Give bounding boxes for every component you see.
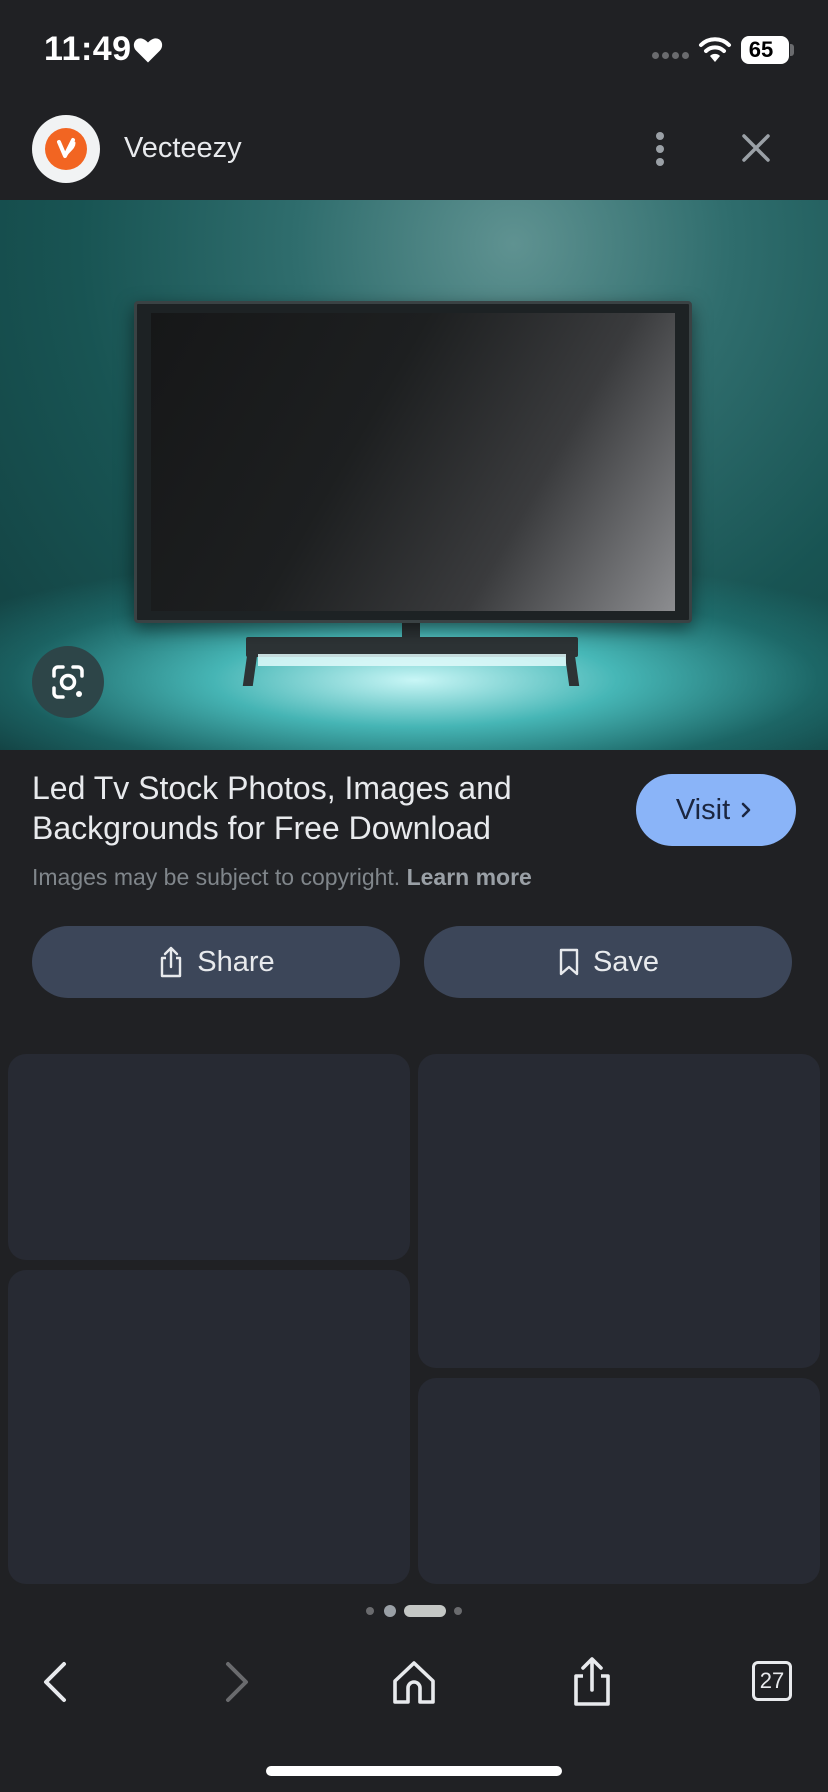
tv-stand-light <box>258 654 566 666</box>
related-image-placeholder[interactable] <box>8 1054 410 1260</box>
browser-toolbar <box>0 1640 828 1720</box>
share-icon[interactable] <box>564 1654 620 1710</box>
share-button[interactable]: Share <box>32 926 400 998</box>
home-icon[interactable] <box>386 1654 442 1710</box>
visit-label: Visit <box>675 793 731 826</box>
page-indicator <box>366 1604 466 1617</box>
chevron-right-icon <box>741 802 751 818</box>
tabs-icon[interactable]: 27 <box>752 1661 792 1701</box>
related-image-placeholder[interactable] <box>8 1270 410 1584</box>
share-icon <box>161 946 182 978</box>
tv-screen <box>151 313 675 611</box>
heart-icon <box>133 38 163 63</box>
visit-button[interactable]: Visit <box>636 774 796 846</box>
page-dot-active <box>404 1605 446 1617</box>
result-title[interactable]: Led Tv Stock Photos, Images and Backgrou… <box>32 768 572 848</box>
page-dot <box>384 1605 396 1617</box>
related-image-placeholder[interactable] <box>418 1378 820 1584</box>
related-image-placeholder[interactable] <box>418 1054 820 1368</box>
page-dot <box>454 1607 462 1615</box>
google-lens-button[interactable] <box>32 646 104 718</box>
wifi-icon <box>699 37 731 62</box>
forward-icon[interactable] <box>206 1654 262 1710</box>
save-label: Save <box>592 945 660 978</box>
close-icon[interactable] <box>730 122 782 174</box>
google-lens-icon <box>52 665 84 699</box>
result-header: Vecteezy <box>0 100 828 200</box>
copyright-notice: Images may be subject to copyright. Lear… <box>32 864 532 891</box>
home-indicator <box>266 1766 562 1776</box>
battery-level: 65 <box>748 37 774 62</box>
vecteezy-logo-icon[interactable] <box>32 115 100 183</box>
status-time: 11:49 <box>44 30 132 68</box>
bookmark-icon <box>559 948 579 976</box>
page-dot <box>366 1607 374 1615</box>
battery-icon: 65 <box>741 36 789 64</box>
battery-cap <box>790 44 794 56</box>
more-vertical-icon[interactable] <box>640 120 680 176</box>
result-image[interactable] <box>0 200 828 750</box>
tv-frame <box>134 301 692 623</box>
learn-more-link[interactable]: Learn more <box>407 864 532 890</box>
save-button[interactable]: Save <box>424 926 792 998</box>
copyright-text: Images may be subject to copyright. <box>32 864 401 890</box>
signal-icon <box>652 52 689 59</box>
site-name[interactable]: Vecteezy <box>124 132 242 165</box>
status-bar: 11:49 65 <box>0 0 828 100</box>
share-label: Share <box>197 945 275 978</box>
back-icon[interactable] <box>30 1654 86 1710</box>
